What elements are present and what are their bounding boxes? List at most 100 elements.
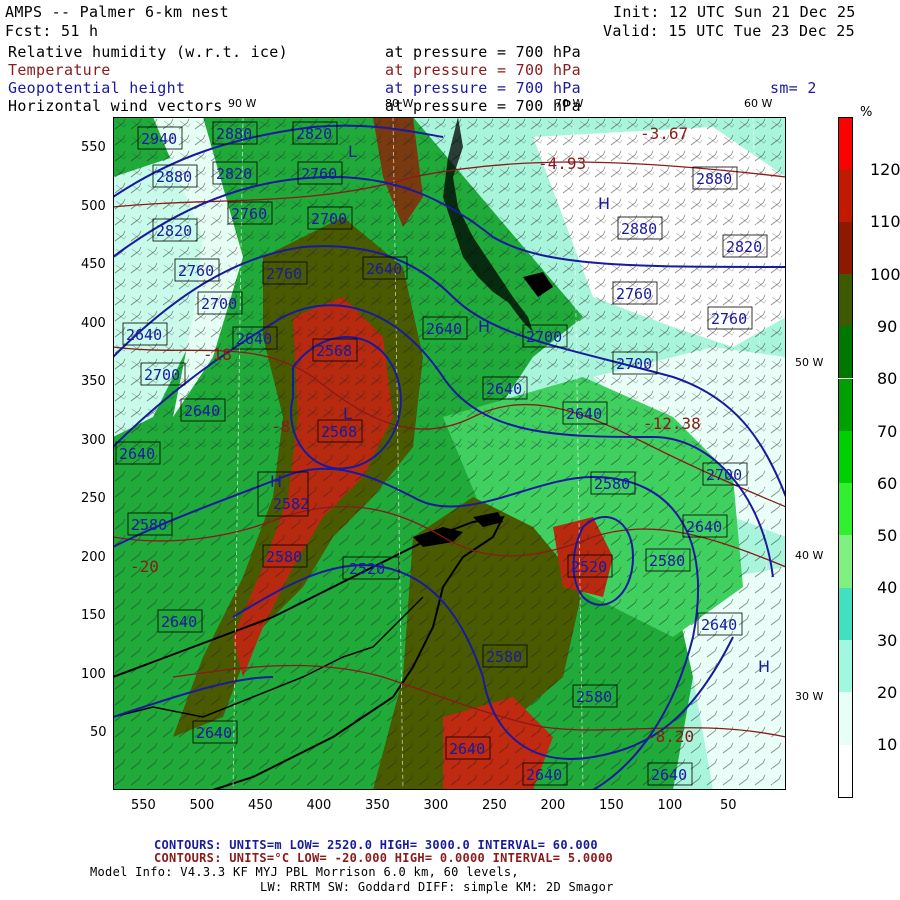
svg-text:2568: 2568 xyxy=(321,423,357,441)
field-rh-name: Relative humidity (w.r.t. ice) xyxy=(8,43,288,61)
svg-text:2520: 2520 xyxy=(571,558,607,576)
height-label: 2640 xyxy=(157,609,203,633)
svg-text:2760: 2760 xyxy=(231,205,267,223)
x-tick-label: 200 xyxy=(540,798,566,813)
height-label: 2640 xyxy=(362,256,408,280)
height-label: 2580 xyxy=(645,548,691,572)
meridian-label-top: 60 W xyxy=(744,97,773,110)
svg-text:2640: 2640 xyxy=(126,326,162,344)
colorbar-swatch xyxy=(838,117,853,171)
colorbar-label: 20 xyxy=(877,683,898,702)
y-tick-label: 400 xyxy=(81,315,106,331)
svg-text:2760: 2760 xyxy=(301,165,337,183)
weather-map: 2940 2880 2820 2880 2820 2760 2820 2760 … xyxy=(113,117,786,790)
svg-text:2760: 2760 xyxy=(178,262,214,280)
x-tick-label: 150 xyxy=(599,798,624,813)
height-label: 2760 xyxy=(297,161,343,185)
height-contour-info: CONTOURS: UNITS=m LOW= 2520.0 HIGH= 3000… xyxy=(154,838,598,852)
height-label: 2640 xyxy=(522,762,568,786)
field-temp-name: Temperature xyxy=(8,61,111,79)
height-label: 2640 xyxy=(115,441,161,465)
svg-text:2640: 2640 xyxy=(686,518,722,536)
low-center-marker: L xyxy=(343,404,352,423)
colorbar-label: 70 xyxy=(877,421,898,441)
svg-text:2640: 2640 xyxy=(366,260,402,278)
temp-label: -3.67 xyxy=(640,124,688,143)
height-label: 2700 xyxy=(522,324,568,348)
y-tick-label: 50 xyxy=(90,725,107,740)
model-title: AMPS -- Palmer 6-km nest xyxy=(5,3,229,21)
y-tick-label: 350 xyxy=(81,374,106,389)
svg-text:2760: 2760 xyxy=(266,265,302,283)
height-label: 2940 xyxy=(137,126,183,150)
svg-text:2640: 2640 xyxy=(161,613,197,631)
page: { "header": { "model": "AMPS -- Palmer 6… xyxy=(0,0,900,900)
svg-text:2640: 2640 xyxy=(526,766,562,784)
svg-text:2700: 2700 xyxy=(616,355,652,373)
height-label: 2580 xyxy=(590,471,636,495)
high-center-marker: H xyxy=(598,194,610,213)
colorbar-swatch xyxy=(838,273,853,327)
height-label: 2700 xyxy=(307,206,353,230)
x-tick-label: 250 xyxy=(482,798,507,813)
svg-text:2580: 2580 xyxy=(131,516,167,534)
colorbar-label: 30 xyxy=(877,630,898,650)
low-center-marker: L xyxy=(348,142,357,161)
height-label: 2700 xyxy=(197,291,243,315)
physics-info: LW: RRTM SW: Goddard DIFF: simple KM: 2D… xyxy=(260,880,614,894)
svg-text:2582: 2582 xyxy=(273,495,309,513)
x-tick-label: 300 xyxy=(423,798,449,813)
svg-text:2700: 2700 xyxy=(144,366,180,384)
meridian-label-top: 80 W xyxy=(385,97,414,110)
svg-text:2820: 2820 xyxy=(726,238,762,256)
temp-label: -20 xyxy=(130,557,159,576)
svg-text:2640: 2640 xyxy=(566,405,602,423)
height-label: 2880 xyxy=(152,164,198,188)
height-label: 2880 xyxy=(692,166,738,190)
height-label: 2568 xyxy=(312,338,358,362)
height-label: 2640 xyxy=(180,398,226,422)
height-label: 2640 xyxy=(192,720,238,744)
svg-text:2580: 2580 xyxy=(266,548,302,566)
temp-label: -12.38 xyxy=(643,414,701,433)
colorbar-label: 40 xyxy=(877,578,898,598)
high-center-marker: H xyxy=(478,317,490,336)
colorbar-swatch xyxy=(838,640,853,693)
x-tick-label: 400 xyxy=(306,798,332,813)
y-tick-label: 100 xyxy=(81,666,106,682)
height-label: 2760 xyxy=(262,261,308,285)
colorbar-swatch xyxy=(838,535,853,588)
height-label: 2640 xyxy=(562,401,608,425)
x-tick-label: 450 xyxy=(248,798,273,813)
meridian-label-right: 40 W xyxy=(795,549,824,562)
svg-text:2880: 2880 xyxy=(156,168,192,186)
svg-text:2760: 2760 xyxy=(616,285,652,303)
y-tick-label: 200 xyxy=(81,549,106,565)
colorbar-swatch xyxy=(838,587,853,640)
svg-text:2640: 2640 xyxy=(196,724,232,742)
valid-time: Valid: 15 UTC Tue 23 Dec 25 xyxy=(603,22,855,40)
svg-text:2640: 2640 xyxy=(449,740,485,758)
temp-label: -8 xyxy=(271,417,290,436)
svg-text:2640: 2640 xyxy=(651,766,687,784)
height-label: 2580 xyxy=(127,512,173,536)
colorbar-label: 60 xyxy=(877,473,898,493)
colorbar-swatch xyxy=(838,430,853,484)
forecast-hour: Fcst: 51 h xyxy=(5,22,99,40)
temp-label: -8.20 xyxy=(646,727,694,746)
svg-text:2700: 2700 xyxy=(201,295,237,313)
svg-text:2580: 2580 xyxy=(594,475,630,493)
y-tick-label: 150 xyxy=(81,608,106,623)
height-label: 2880 xyxy=(212,121,258,145)
height-label: 2760 xyxy=(612,281,658,305)
svg-text:2640: 2640 xyxy=(486,380,522,398)
field-rh-level: at pressure = 700 hPa xyxy=(385,43,581,61)
height-label: 2640 xyxy=(647,762,693,786)
svg-text:2520: 2520 xyxy=(349,560,385,578)
x-tick-label: 500 xyxy=(189,798,215,813)
height-label: 2580 xyxy=(482,644,528,668)
colorbar-label: 50 xyxy=(877,526,898,546)
y-tick-label: 550 xyxy=(81,140,106,155)
svg-text:2880: 2880 xyxy=(216,125,252,143)
meridian-label-top: 70 W xyxy=(555,97,584,110)
